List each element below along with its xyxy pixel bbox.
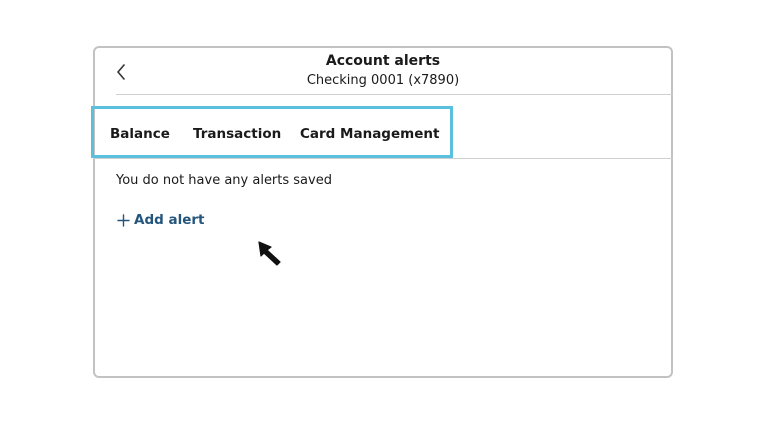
- page: Account alerts Checking 0001 (x7890) Bal…: [0, 0, 768, 432]
- active-tab-indicator: [94, 155, 178, 158]
- empty-alerts-message: You do not have any alerts saved: [116, 173, 332, 188]
- tab-balance[interactable]: Balance: [110, 126, 170, 142]
- tab-transaction[interactable]: Transaction: [193, 126, 281, 142]
- add-alert-button[interactable]: Add alert: [117, 212, 204, 228]
- account-subtitle: Checking 0001 (x7890): [306, 73, 460, 88]
- mouse-pointer-icon: [258, 241, 281, 266]
- tabs-divider: [93, 158, 673, 159]
- page-title: Account alerts: [325, 53, 441, 69]
- header-divider: [116, 94, 673, 95]
- tab-card-management[interactable]: Card Management: [300, 126, 439, 142]
- plus-icon: [117, 213, 130, 227]
- add-alert-label: Add alert: [134, 212, 205, 228]
